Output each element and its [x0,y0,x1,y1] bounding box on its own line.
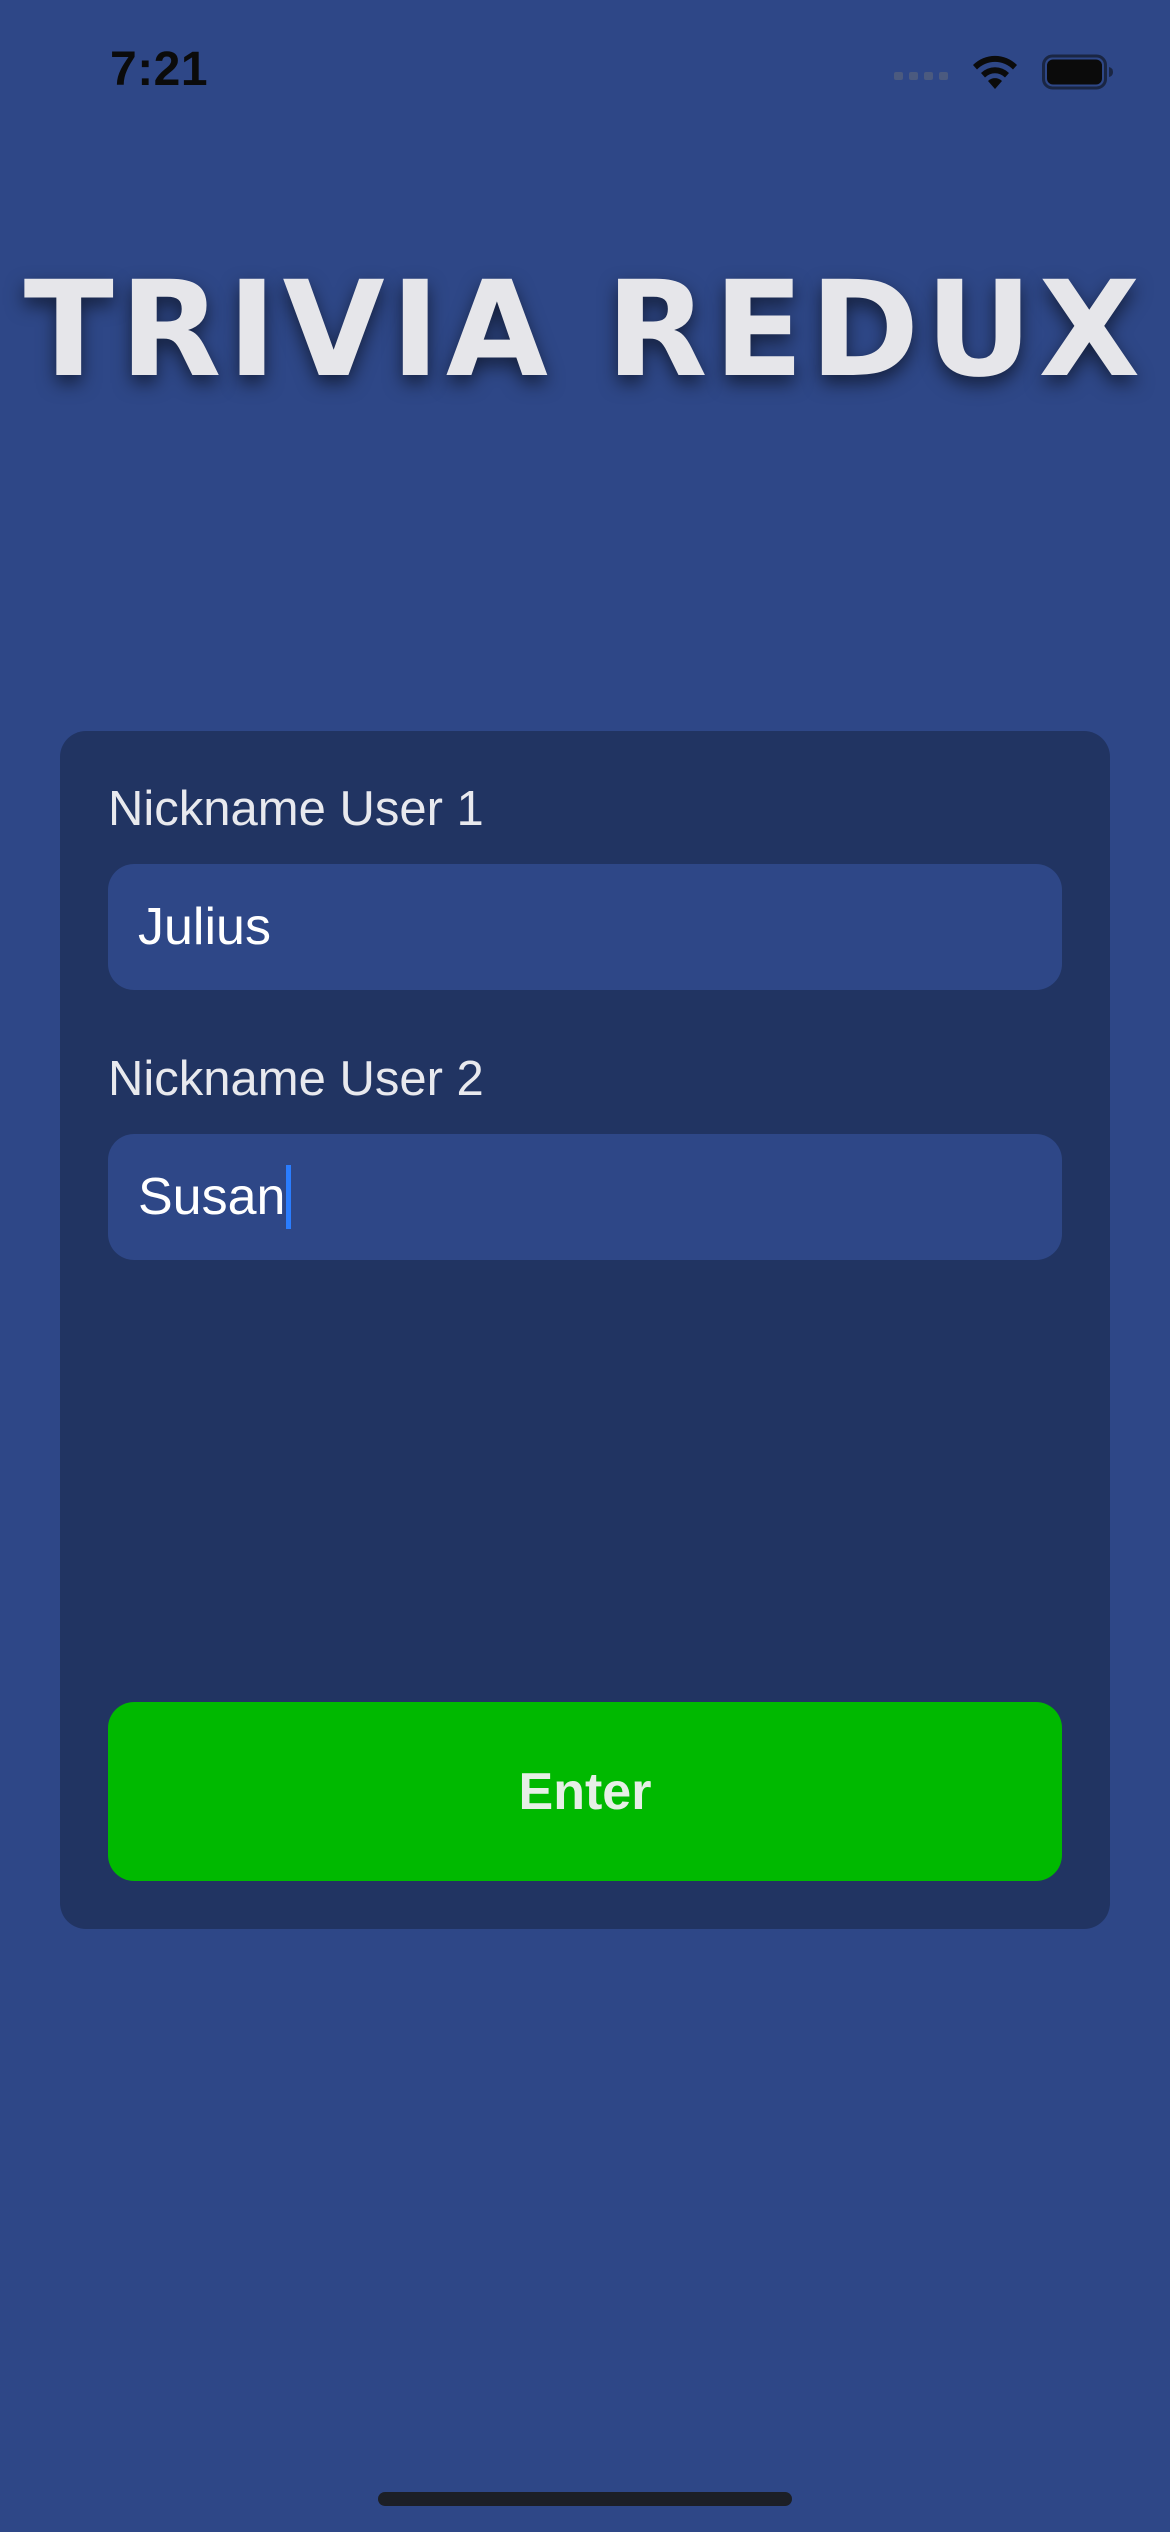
nickname-user-1-value: Julius [138,898,271,956]
cellular-signal-icon [894,52,948,92]
battery-icon [1042,54,1113,90]
text-cursor [286,1165,292,1229]
app-title: TRIVIA REDUX [23,253,1147,407]
status-bar: 7:21 [0,0,1170,150]
nickname-user-1-input[interactable]: Julius [108,864,1062,990]
status-icons [894,52,1114,92]
status-time: 7:21 [110,43,209,96]
enter-button[interactable]: Enter [108,1702,1062,1881]
nickname-user-2-label: Nickname User 2 [108,1052,484,1106]
login-card: Nickname User 1 Julius Nickname User 2 S… [60,731,1110,1929]
wifi-icon [973,55,1017,89]
nickname-user-1-label: Nickname User 1 [108,782,484,836]
nickname-user-2-input[interactable]: Susan [108,1134,1062,1260]
home-indicator[interactable] [378,2492,792,2506]
nickname-user-2-value: Susan [138,1168,286,1226]
